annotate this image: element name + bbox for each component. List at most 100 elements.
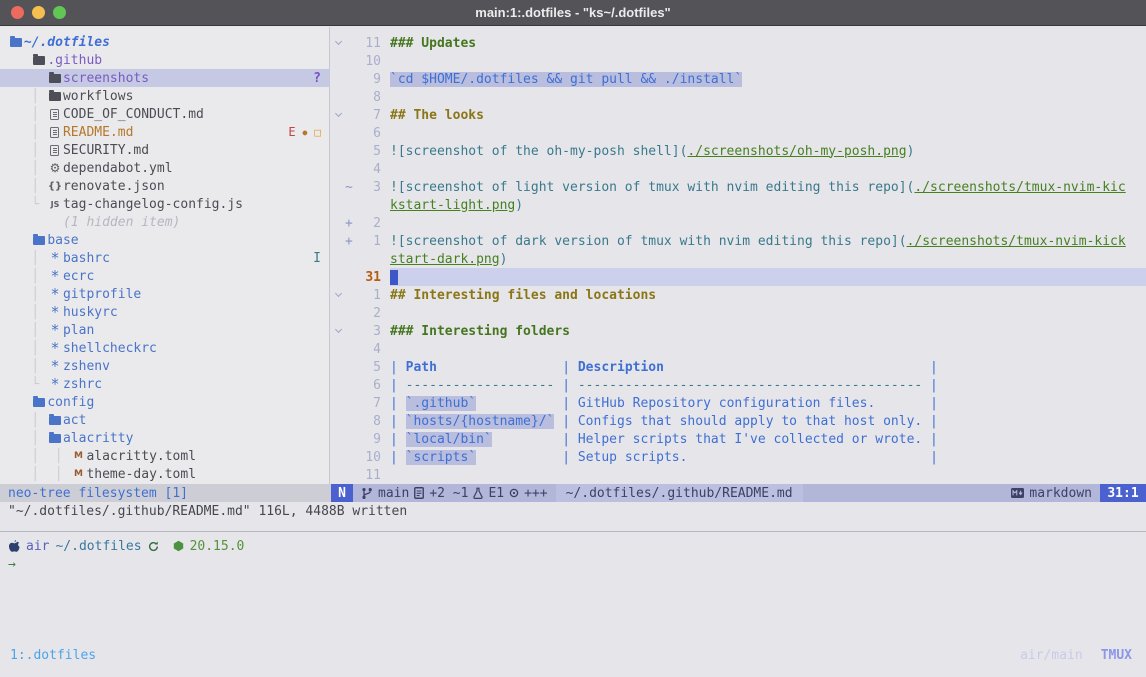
git-sign (345, 288, 355, 303)
line-number: 3 (355, 180, 381, 195)
editor-line[interactable]: 8| `hosts/{hostname}/` | Configs that sh… (331, 412, 1146, 430)
git-sign (345, 270, 355, 285)
tree-item-config[interactable]: config (0, 393, 329, 411)
tree-item-ecrc[interactable]: │ *ecrc (0, 267, 329, 285)
editor-line[interactable]: 11 (331, 466, 1146, 484)
folder-icon (47, 92, 63, 101)
editor-line[interactable]: 11### Updates (331, 34, 1146, 52)
fold-column[interactable] (331, 330, 345, 332)
editor-line[interactable]: +1![screenshot of dark version of tmux w… (331, 232, 1146, 250)
toml-icon: M (70, 451, 86, 461)
text-segment: `cd $HOME/.dotfiles && git pull && ./ins… (390, 72, 742, 87)
prompt-char[interactable]: → (8, 557, 16, 572)
tmux-session-name: air/main (1020, 648, 1083, 663)
tree-item-label: SECURITY.md (63, 143, 149, 158)
editor-line[interactable]: 31 (331, 268, 1146, 286)
text-segment: ## The looks (390, 108, 484, 123)
tree-item-bashrc[interactable]: │ *bashrcI (0, 249, 329, 267)
editor-line[interactable]: 7## The looks (331, 106, 1146, 124)
tree-item-tag-changelog-config-js[interactable]: └ JStag-changelog-config.js (0, 195, 329, 213)
write-message: "~/.dotfiles/.github/README.md" 116L, 44… (8, 504, 407, 519)
tree-item-screenshots[interactable]: │ screenshots? (0, 69, 329, 87)
tree-item-1-hidden-item[interactable]: (1 hidden item) (0, 213, 329, 231)
line-text (390, 160, 1146, 178)
tree-item-huskyrc[interactable]: │ *huskyrc (0, 303, 329, 321)
tree-item-shellcheckrc[interactable]: │ *shellcheckrc (0, 339, 329, 357)
status-extra: +++ (524, 486, 547, 501)
tree-indent-guide: │ (0, 287, 47, 302)
text-segment: | (554, 450, 577, 465)
tree-item-workflows[interactable]: │ workflows (0, 87, 329, 105)
editor-line[interactable]: 5| Path | Description | (331, 358, 1146, 376)
tree-item-base[interactable]: base (0, 231, 329, 249)
editor-line[interactable]: 9| `local/bin` | Helper scripts that I'v… (331, 430, 1146, 448)
text-segment: Path (406, 360, 555, 375)
tree-item-plan[interactable]: │ *plan (0, 321, 329, 339)
mode-indicator: N (331, 484, 353, 502)
editor-line[interactable]: 9`cd $HOME/.dotfiles && git pull && ./in… (331, 70, 1146, 88)
tree-item-alacritty-toml[interactable]: │ │ Malacritty.toml (0, 447, 329, 465)
tree-item-label: base (47, 233, 78, 248)
shell-prompt: air ~/.dotfiles 20.15.0 (8, 537, 244, 555)
editor-line[interactable]: 10 (331, 52, 1146, 70)
editor-line[interactable]: 6 (331, 124, 1146, 142)
editor-line[interactable]: ~3![screenshot of light version of tmux … (331, 178, 1146, 196)
editor-line[interactable]: +2 (331, 214, 1146, 232)
tree-item-dotfiles[interactable]: ~/.dotfiles (0, 33, 329, 51)
git-branch-icon (361, 487, 373, 500)
text-segment: kstart-light.png (390, 198, 515, 213)
editor-line[interactable]: 8 (331, 88, 1146, 106)
tree-indent-guide: │ (0, 323, 47, 338)
tree-item-github[interactable]: .github (0, 51, 329, 69)
tree-item-zshenv[interactable]: │ *zshenv (0, 357, 329, 375)
editor-line[interactable]: 10| `scripts` | Setup scripts. | (331, 448, 1146, 466)
line-number: 1 (355, 288, 381, 303)
folder-icon (8, 38, 24, 47)
folder-icon (31, 236, 47, 245)
line-number: 6 (355, 378, 381, 393)
tree-item-security-md[interactable]: │ SECURITY.md (0, 141, 329, 159)
text-segment: Helper scripts that I've collected or wr… (578, 432, 922, 447)
text-segment: | (922, 360, 938, 375)
text-segment: `scripts` (406, 450, 476, 465)
fold-column[interactable] (331, 114, 345, 116)
shell-pane[interactable]: air ~/.dotfiles 20.15.0 → (8, 537, 244, 573)
tree-item-renovate-json[interactable]: │ {}renovate.json (0, 177, 329, 195)
editor-line[interactable]: 4 (331, 160, 1146, 178)
git-sign (345, 54, 355, 69)
folder-icon (31, 56, 47, 65)
tree-item-label: theme-day.toml (86, 467, 196, 482)
record-circle-icon (509, 488, 519, 498)
star-icon: * (47, 303, 63, 321)
line-text: | ------------------- | ----------------… (390, 376, 1146, 394)
tree-item-readme-md[interactable]: │ README.mdE●□ (0, 123, 329, 141)
star-icon: * (47, 249, 63, 267)
editor-line[interactable]: kstart-light.png) (331, 196, 1146, 214)
text-segment: `local/bin` (406, 432, 492, 447)
tree-item-dependabot-yml[interactable]: │ ⚙dependabot.yml (0, 159, 329, 177)
tree-indent-guide: │ (0, 431, 47, 446)
status-badge: ? (313, 71, 321, 86)
tree-item-code-of-conduct-md[interactable]: │ CODE_OF_CONDUCT.md (0, 105, 329, 123)
tree-item-alacritty[interactable]: │ alacritty (0, 429, 329, 447)
tmux-window-tab[interactable]: 1:.dotfiles (10, 648, 96, 663)
editor-line[interactable]: 1## Interesting files and locations (331, 286, 1146, 304)
tree-item-label: workflows (63, 89, 133, 104)
editor-line[interactable]: 3### Interesting folders (331, 322, 1146, 340)
tree-item-zshrc[interactable]: └ *zshrc (0, 375, 329, 393)
tree-item-gitprofile[interactable]: │ *gitprofile (0, 285, 329, 303)
editor-line[interactable]: 4 (331, 340, 1146, 358)
tree-item-act[interactable]: │ act (0, 411, 329, 429)
editor-line[interactable]: 5![screenshot of the oh-my-posh shell](.… (331, 142, 1146, 160)
editor-line[interactable]: 7| `.github` | GitHub Repository configu… (331, 394, 1146, 412)
tmux-pane-separator (0, 531, 1146, 532)
fold-column[interactable] (331, 42, 345, 44)
prompt-host: air (26, 539, 49, 554)
editor-line[interactable]: 2 (331, 304, 1146, 322)
line-text (390, 466, 1146, 484)
editor-line[interactable]: start-dark.png) (331, 250, 1146, 268)
editor-line[interactable]: 6 | ------------------- | ---------------… (331, 376, 1146, 394)
tree-item-theme-day-toml[interactable]: │ │ Mtheme-day.toml (0, 465, 329, 483)
fold-column[interactable] (331, 294, 345, 296)
text-segment: ) (515, 198, 523, 213)
